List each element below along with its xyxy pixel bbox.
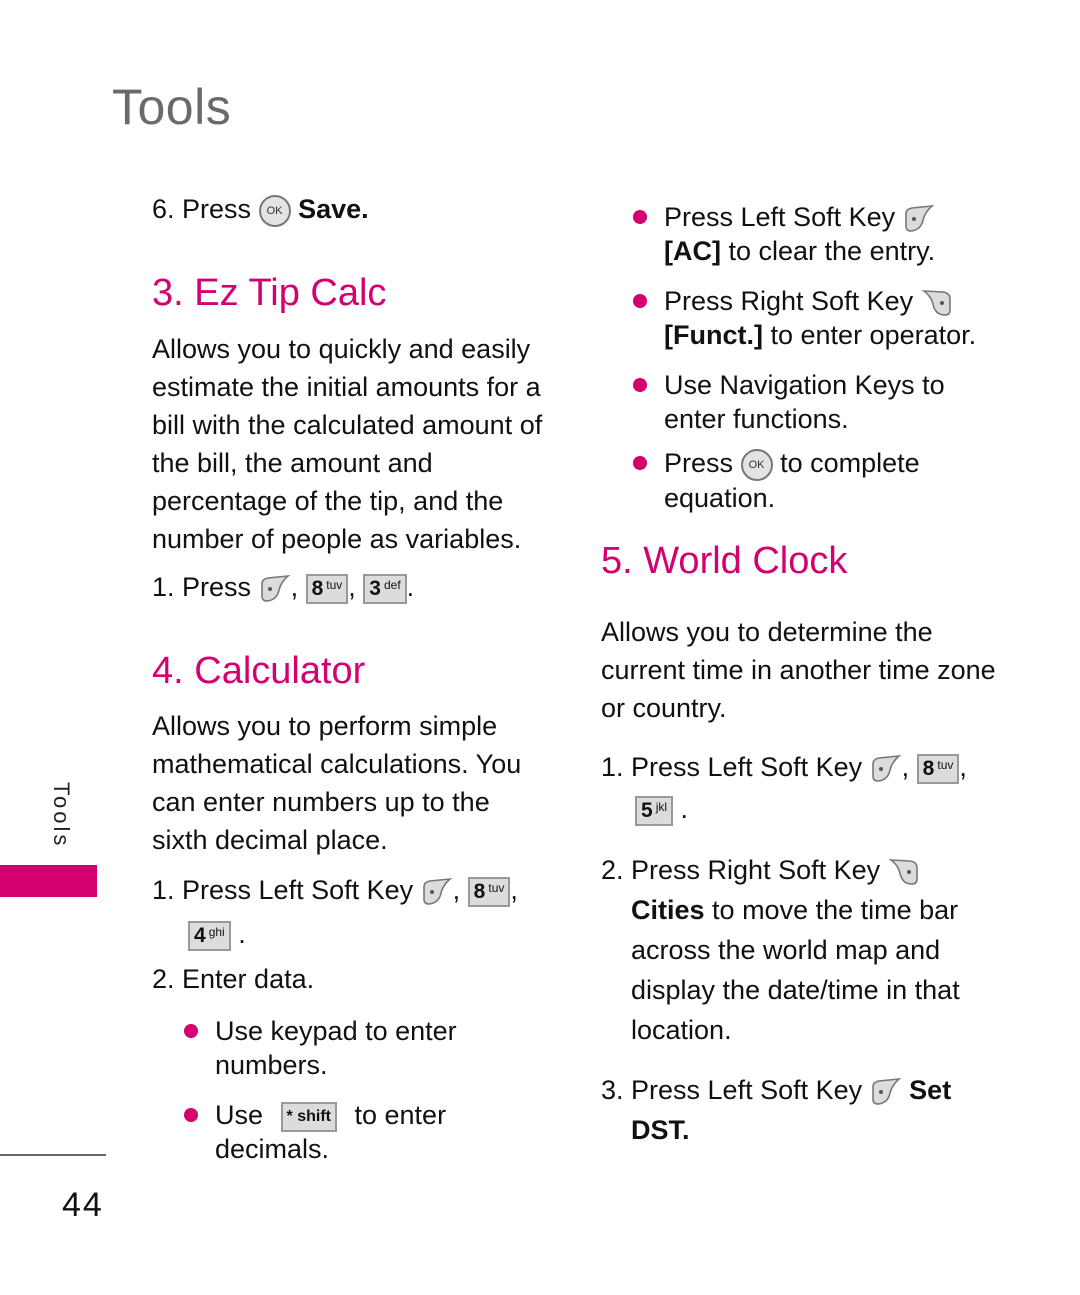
list-item: Press OK to complete equation. <box>633 446 920 515</box>
left-soft-key-icon <box>903 204 935 234</box>
text-line: Allows you to determine the <box>601 617 933 647</box>
ez-tip-description: Allows you to quickly and easily estimat… <box>152 330 542 558</box>
text-line: or country. <box>601 693 727 723</box>
bullet-icon <box>633 210 647 224</box>
step-text: 1. Press Left Soft Key <box>152 875 414 905</box>
calculator-description: Allows you to perform simple mathematica… <box>152 707 521 859</box>
section-heading-world-clock: 5. World Clock <box>601 540 848 582</box>
step-text: 6. Press <box>152 194 252 224</box>
side-section-label: Tools <box>49 782 74 849</box>
text-line: can enter numbers up to the <box>152 787 490 817</box>
list-item: Press Right Soft Key [Funct.] to enter o… <box>633 284 976 352</box>
ok-key-icon: OK <box>740 448 773 481</box>
bullet-icon <box>184 1024 198 1038</box>
step-text: 1. Press <box>152 572 252 602</box>
list-item: Use keypad to enter numbers. <box>184 1014 457 1082</box>
text-line: mathematical calculations. You <box>152 749 522 779</box>
right-soft-key-icon <box>888 857 920 887</box>
key-8-icon: 8 tuv <box>305 573 349 604</box>
key-8-icon: 8 tuv <box>467 876 511 907</box>
text-line: Allows you to perform simple <box>152 711 498 741</box>
text-line: bill with the calculated amount of <box>152 410 543 440</box>
world-clock-step-1: 1. Press Left Soft Key , 8 tuv, 5 jkl . <box>601 752 967 826</box>
text-line: percentage of the tip, and the <box>152 486 504 516</box>
section-heading-calculator: 4. Calculator <box>152 650 366 692</box>
text-line: the bill, the amount and <box>152 448 433 478</box>
side-tab-marker <box>0 865 97 897</box>
page-title: Tools <box>112 79 232 135</box>
ok-key-icon: OK <box>258 194 291 227</box>
text-line: estimate the initial amounts for a <box>152 372 541 402</box>
page-number: 44 <box>62 1186 104 1224</box>
save-label: Save. <box>298 194 369 224</box>
left-soft-key-icon <box>421 877 453 907</box>
text-line: sixth decimal place. <box>152 825 388 855</box>
step-6: 6. Press OK Save. <box>152 190 369 228</box>
world-clock-step-2: 2. Press Right Soft Key Cities to move t… <box>601 855 960 1045</box>
calculator-step-1: 1. Press Left Soft Key , 8 tuv, 4 ghi . <box>152 875 518 951</box>
right-soft-key-icon <box>921 288 953 318</box>
world-clock-step-3: 3. Press Left Soft Key Set DST. <box>601 1075 952 1145</box>
bullet-icon <box>184 1108 198 1122</box>
list-item: Use Navigation Keys to enter functions. <box>633 368 945 436</box>
world-clock-description: Allows you to determine the current time… <box>601 613 996 727</box>
text-line: Allows you to quickly and easily <box>152 334 531 364</box>
key-3-icon: 3 def <box>363 573 407 604</box>
left-soft-key-icon <box>870 754 902 784</box>
text-line: number of people as variables. <box>152 524 522 554</box>
star-shift-key-icon: * shift <box>280 1101 337 1132</box>
section-heading-ez-tip: 3. Ez Tip Calc <box>152 272 387 314</box>
footer-divider <box>0 1154 106 1156</box>
bullet-icon <box>633 456 647 470</box>
bullet-icon <box>633 378 647 392</box>
left-soft-key-icon <box>259 574 291 604</box>
calculator-step-2: 2. Enter data. <box>152 964 315 994</box>
left-soft-key-icon <box>870 1077 902 1107</box>
ez-tip-step-1: 1. Press , 8 tuv, 3 def. <box>152 572 415 604</box>
text-line: current time in another time zone <box>601 655 996 685</box>
key-8-icon: 8 tuv <box>916 753 960 784</box>
key-5-icon: 5 jkl <box>635 795 674 826</box>
bullet-icon <box>633 294 647 308</box>
key-4-icon: 4 ghi <box>188 920 231 951</box>
list-item: Use * shift to enter decimals. <box>184 1098 446 1166</box>
list-item: Press Left Soft Key [AC] to clear the en… <box>633 200 935 268</box>
